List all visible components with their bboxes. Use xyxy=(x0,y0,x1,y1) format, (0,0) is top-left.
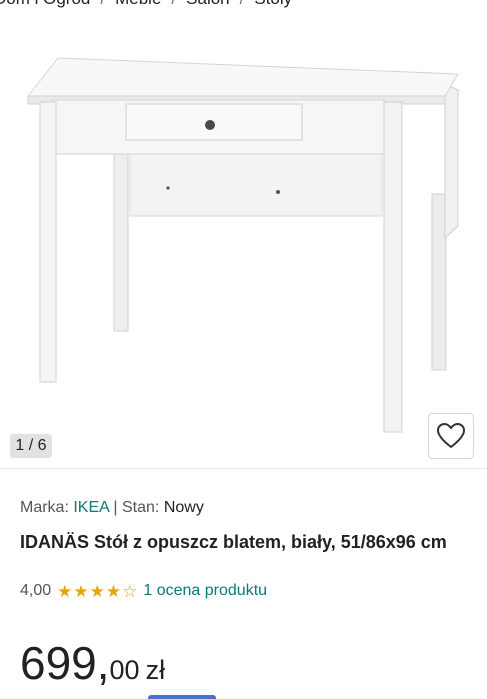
star-filled-icon: ★ xyxy=(73,581,89,601)
breadcrumb: Dom i Ogród / Meble / Salon / Stoły xyxy=(0,0,292,11)
star-filled-icon: ★ xyxy=(57,581,73,601)
price-fraction: 00 xyxy=(109,655,140,685)
breadcrumb-separator: / xyxy=(240,0,245,11)
rating-stars: ★ ★ ★ ★ ☆ xyxy=(57,583,137,600)
favorite-button[interactable] xyxy=(428,413,474,459)
star-filled-icon: ★ xyxy=(105,581,122,601)
product-title: IDANÄS Stół z opuszcz blatem, biały, 51/… xyxy=(20,532,447,552)
rating-value: 4,00 xyxy=(20,582,52,599)
price-currency: zł xyxy=(145,655,166,685)
breadcrumb-item-meble[interactable]: Meble xyxy=(115,0,161,11)
product-meta: Marka: IKEA | Stan: Nowy xyxy=(20,499,204,517)
condition-label: Stan: xyxy=(122,499,160,516)
section-divider xyxy=(0,468,487,469)
product-price: 699, 00 zł xyxy=(20,636,165,690)
breadcrumb-item-stoly[interactable]: Stoły xyxy=(254,0,292,11)
product-rating: 4,00 ★ ★ ★ ★ ☆ 1 ocena produktu xyxy=(20,581,267,601)
breadcrumb-separator: / xyxy=(171,0,176,11)
product-image xyxy=(26,57,459,433)
star-filled-icon: ★ xyxy=(89,581,105,601)
meta-separator: | xyxy=(113,499,118,516)
breadcrumb-separator: / xyxy=(100,0,105,11)
price-main: 699, xyxy=(20,637,110,689)
heart-outline-icon xyxy=(437,423,465,448)
product-gallery[interactable] xyxy=(0,14,487,466)
breadcrumb-item-salon[interactable]: Salon xyxy=(186,0,229,11)
brand-link[interactable]: IKEA xyxy=(73,499,109,516)
buy-button[interactable] xyxy=(148,695,216,699)
brand-label: Marka: xyxy=(20,499,69,516)
breadcrumb-item-dom-i-ogrod[interactable]: Dom i Ogród xyxy=(0,0,90,11)
reviews-link[interactable]: 1 ocena produktu xyxy=(143,582,267,600)
condition-value: Nowy xyxy=(163,499,204,516)
image-counter: 1 / 6 xyxy=(10,434,52,458)
star-empty-icon: ☆ xyxy=(122,581,138,601)
